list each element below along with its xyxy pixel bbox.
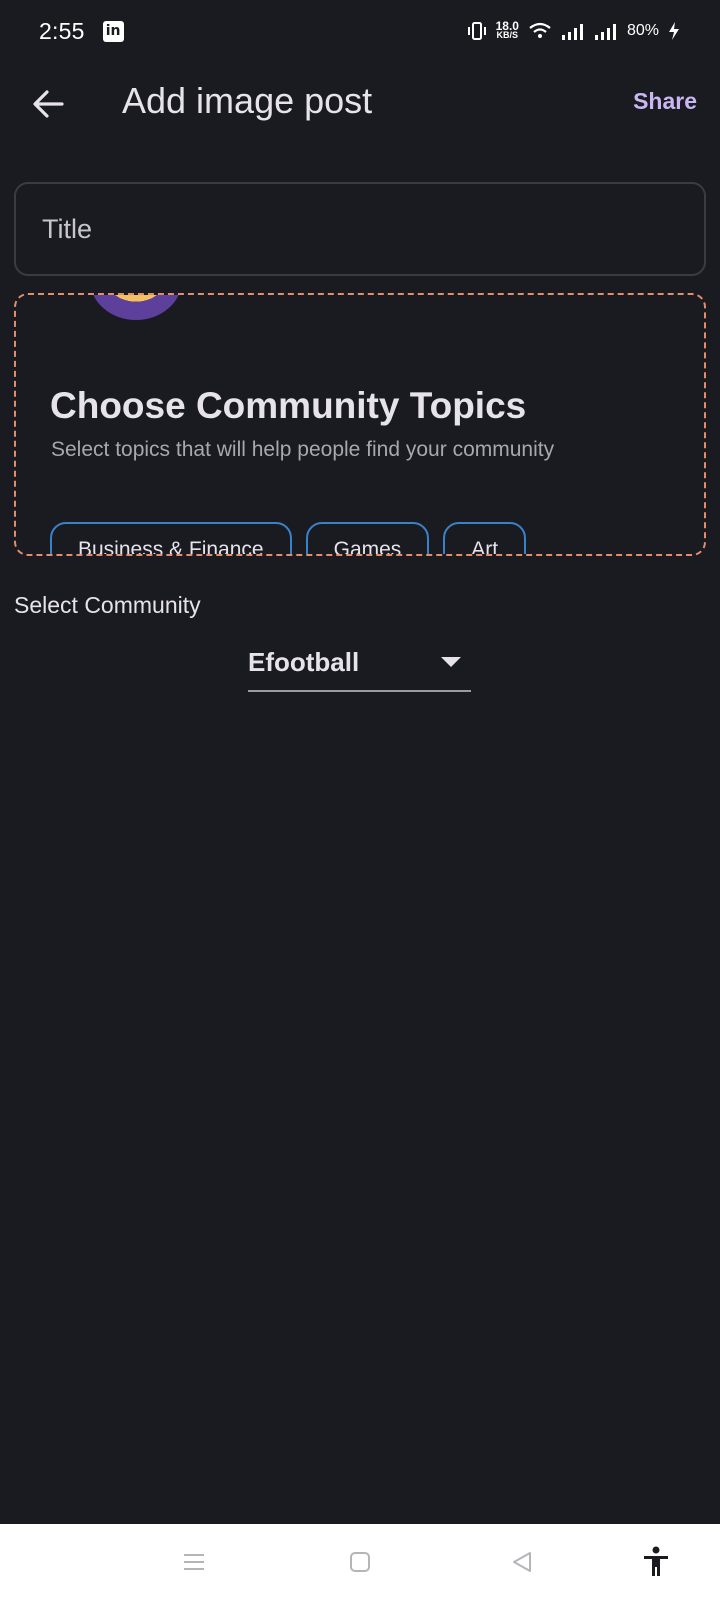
back-button[interactable] — [24, 82, 72, 126]
status-time: 2:55 — [39, 17, 85, 44]
accessibility-button[interactable] — [636, 1542, 676, 1582]
topics-subtitle: Select topics that will help people find… — [51, 438, 555, 461]
signal-icon-1 — [561, 24, 583, 40]
home-button[interactable] — [340, 1542, 380, 1582]
topic-chips: Business & Finance Games Art — [50, 522, 527, 554]
topic-chip-business-finance[interactable]: Business & Finance — [50, 522, 292, 554]
status-left: 2:55 in — [39, 18, 124, 45]
wifi-icon — [529, 22, 551, 38]
accessibility-icon — [644, 1546, 668, 1576]
community-dropdown-value: Efootball — [248, 646, 360, 677]
charging-icon — [669, 22, 679, 40]
square-icon — [350, 1552, 370, 1572]
topics-heading: Choose Community Topics — [50, 385, 527, 426]
system-nav-bar — [0, 1524, 720, 1600]
status-bar: 2:55 in 18.0 KB/S 80% — [0, 0, 720, 62]
caret-down-icon — [441, 657, 461, 667]
recent-apps-button[interactable] — [174, 1542, 214, 1582]
signal-icon-2 — [594, 24, 616, 40]
community-avatar — [90, 295, 182, 320]
network-speed-unit: KB/S — [496, 30, 519, 40]
community-dropdown[interactable]: Efootball — [248, 640, 471, 692]
select-community-label: Select Community — [14, 592, 201, 618]
vibrate-icon — [467, 22, 486, 40]
title-input[interactable] — [14, 182, 706, 276]
page-title: Add image post — [122, 80, 373, 121]
battery-percent: 80% — [626, 22, 659, 39]
topic-chip-games[interactable]: Games — [305, 522, 430, 554]
app-bar: Add image post Share — [0, 62, 720, 146]
menu-lines-icon — [184, 1554, 204, 1570]
status-right: 18.0 KB/S 80% — [467, 20, 680, 41]
arrow-left-icon — [33, 90, 64, 118]
linkedin-icon: in — [102, 20, 124, 42]
community-topics-card: Choose Community Topics Select topics th… — [14, 293, 706, 556]
topic-chip-art[interactable]: Art — [443, 522, 527, 554]
triangle-back-icon — [513, 1552, 531, 1572]
network-speed: 18.0 KB/S — [496, 20, 519, 40]
back-nav-button[interactable] — [502, 1542, 542, 1582]
share-button[interactable]: Share — [633, 88, 697, 115]
